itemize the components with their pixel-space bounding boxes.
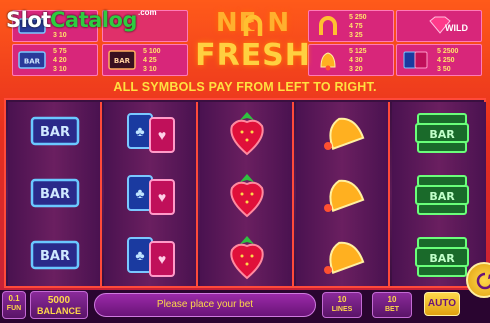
- bet-label: BET: [385, 306, 399, 313]
- reels-area: BAR BAR BAR ♣ ♥ ♣ ♥ ♣ ♥ BAR BAR BAR: [4, 98, 486, 288]
- reel-symbol-bar: BAR: [8, 102, 102, 162]
- paytable-pays: 5 100 4 25 3 10: [143, 47, 161, 74]
- paytable-pays: 5 2500 4 250 3 50: [437, 47, 458, 74]
- pay-line: 3 25: [349, 32, 363, 39]
- reel-symbol-cards: ♣ ♥: [104, 102, 198, 162]
- reel-symbol-bar: BAR: [8, 226, 102, 286]
- cards-icon: [403, 51, 428, 69]
- reel-symbol-bar: BAR: [8, 164, 102, 224]
- paytable-entry: BAR 5 75 4 20 3 10: [12, 44, 98, 76]
- pay-line: 4 250: [437, 57, 455, 64]
- svg-text:♥: ♥: [158, 251, 166, 267]
- lines-label: LINES: [331, 306, 353, 313]
- pay-line: 3 20: [349, 66, 363, 73]
- svg-text:BAR: BAR: [40, 125, 70, 140]
- reel-symbol-cards: ♣ ♥: [104, 226, 198, 286]
- game-logo: NE N FRESH: [188, 8, 318, 84]
- logo-fresh: FRESH: [195, 38, 311, 73]
- paytable-entry: 5 250 4 75 3 25: [308, 10, 394, 42]
- reel-symbol-bell: [296, 226, 390, 286]
- reel-symbol-strawberry: [200, 164, 294, 224]
- watermark-slot: Slot: [6, 8, 51, 32]
- pay-line: 4 20: [53, 57, 67, 64]
- pay-line: 3 10: [53, 66, 67, 73]
- status-message: Please place your bet: [94, 293, 316, 317]
- paytable-entry: 5 2500 4 250 3 50: [396, 44, 482, 76]
- reel-symbol-bell: [296, 164, 390, 224]
- lines-button[interactable]: 10 LINES: [322, 292, 362, 318]
- paytable-pays: 5 250 4 75 3 25: [349, 13, 367, 40]
- pay-line: 5 75: [53, 48, 67, 55]
- svg-text:BAR: BAR: [24, 58, 41, 66]
- reel-5: BAR BAR BAR: [392, 102, 486, 286]
- watermark-com: .com: [138, 8, 157, 17]
- reel-symbol-bell: [296, 102, 390, 162]
- bet-button[interactable]: 10 BET: [372, 292, 412, 318]
- single-bar-icon: BAR: [18, 51, 46, 69]
- paytable-info: ALL SYMBOLS PAY FROM LEFT TO RIGHT.: [113, 80, 377, 94]
- game-stage: Slot Catalog .com 3 10 BAR 5 75 4 20 3 1…: [0, 0, 490, 323]
- svg-text:♣: ♣: [135, 185, 144, 201]
- control-bar: 0.1 FUN 5000 BALANCE Please place your b…: [0, 290, 490, 323]
- pay-line: 3 50: [437, 66, 451, 73]
- triple-bar-icon: BAR: [108, 50, 136, 70]
- fun-value: 0.1: [8, 294, 20, 303]
- paytable-entry: WILD: [396, 10, 482, 42]
- svg-text:♥: ♥: [158, 127, 166, 143]
- paytable-pays: 5 75 4 20 3 10: [53, 47, 67, 74]
- svg-text:BAR: BAR: [40, 187, 70, 202]
- pay-line: 4 25: [143, 57, 157, 64]
- slotcatalog-watermark: Slot Catalog .com: [6, 8, 157, 34]
- lines-value: 10: [337, 295, 347, 304]
- fun-label: FUN: [6, 305, 22, 312]
- balance-label: BALANCE: [37, 306, 81, 316]
- spin-icon: [476, 272, 490, 290]
- reel-symbol-strawberry: [200, 226, 294, 286]
- svg-text:BAR: BAR: [429, 252, 455, 265]
- pay-line: 5 250: [349, 14, 367, 21]
- svg-text:BAR: BAR: [114, 57, 131, 65]
- svg-text:BAR: BAR: [40, 249, 70, 264]
- pay-line: 5 100: [143, 48, 161, 55]
- svg-text:♣: ♣: [135, 247, 144, 263]
- reel-symbol-strawberry: [200, 102, 294, 162]
- reel-4: [296, 102, 390, 286]
- paytable-entry: 5 125 4 30 3 20: [308, 44, 394, 76]
- auto-button[interactable]: AUTO: [424, 292, 460, 316]
- balance-value: 5000: [47, 295, 71, 306]
- reel-symbol-cards: ♣ ♥: [104, 164, 198, 224]
- reel-symbol-triple-bar: BAR: [392, 102, 486, 162]
- logo-horseshoe-icon: [243, 14, 263, 36]
- paytable-pays: 5 125 4 30 3 20: [349, 47, 367, 74]
- reel-symbol-triple-bar: BAR: [392, 164, 486, 224]
- reel-1: BAR BAR BAR: [8, 102, 102, 286]
- paytable-entry: BAR 5 100 4 25 3 10: [102, 44, 188, 76]
- bet-value: 10: [387, 295, 397, 304]
- reel-2: ♣ ♥ ♣ ♥ ♣ ♥: [104, 102, 198, 286]
- svg-text:♥: ♥: [158, 189, 166, 205]
- svg-text:♣: ♣: [135, 123, 144, 139]
- pay-line: 5 2500: [437, 48, 459, 55]
- balance-display: 5000 BALANCE: [30, 291, 88, 319]
- svg-text:BAR: BAR: [429, 128, 455, 141]
- watermark-catalog: Catalog: [50, 8, 137, 32]
- pay-line: 4 75: [349, 23, 363, 30]
- pay-line: 5 125: [349, 48, 367, 55]
- pay-line: 4 30: [349, 57, 363, 64]
- svg-text:BAR: BAR: [429, 190, 455, 203]
- fun-button[interactable]: 0.1 FUN: [2, 291, 26, 319]
- wild-label: WILD: [445, 23, 468, 33]
- reel-3: [200, 102, 294, 286]
- pay-line: 3 10: [143, 66, 157, 73]
